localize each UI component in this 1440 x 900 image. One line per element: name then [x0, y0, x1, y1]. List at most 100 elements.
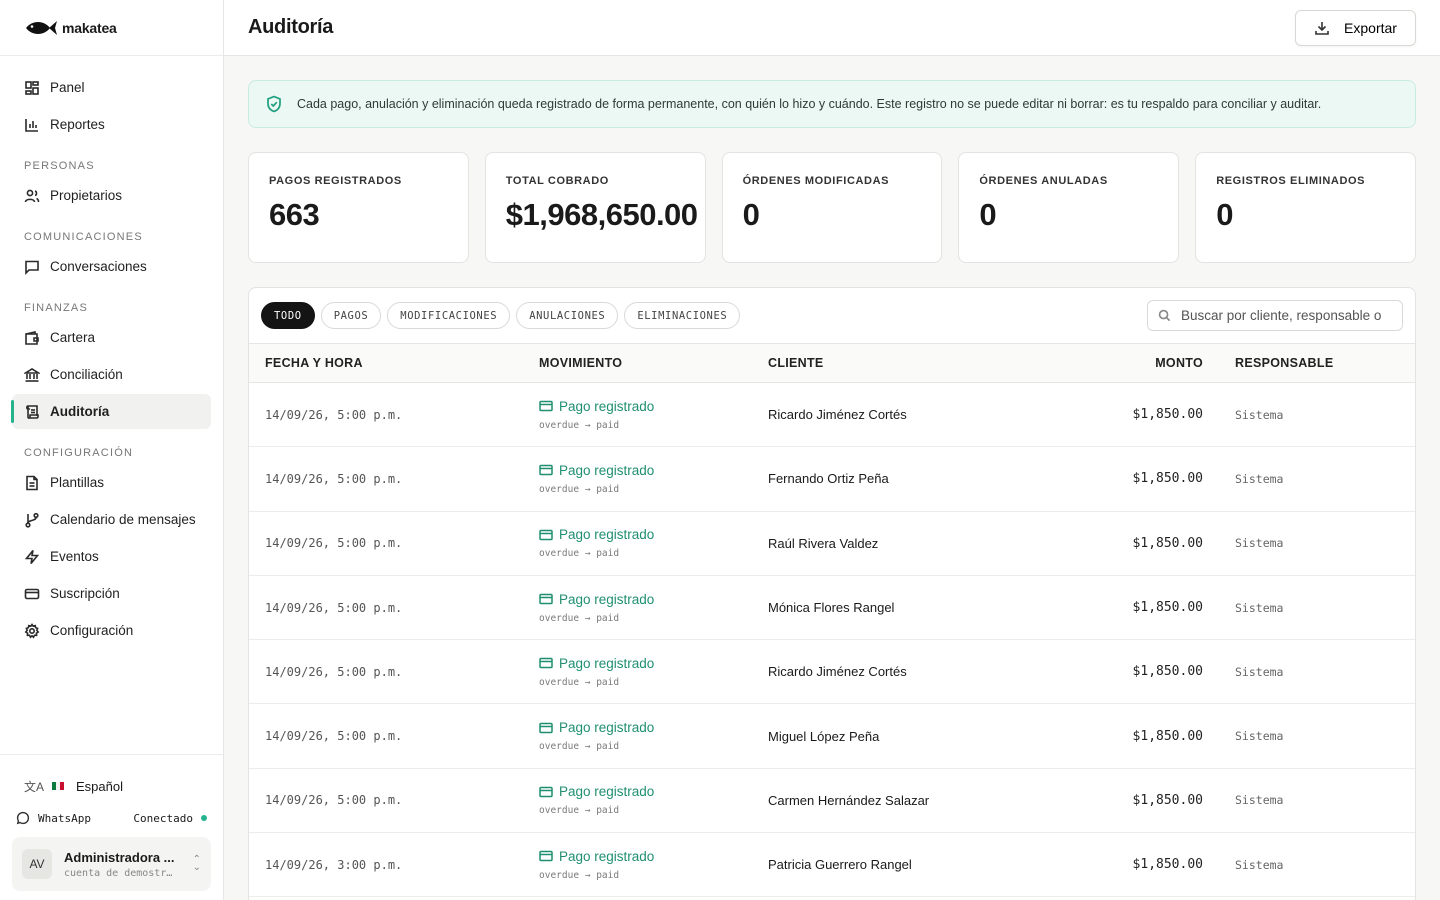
column-header-responsable[interactable]: RESPONSABLE [1203, 356, 1413, 370]
table-row[interactable]: 14/09/26, 5:00 p.m. Pago registrado over… [249, 704, 1415, 769]
movement-label: Pago registrado [559, 462, 655, 478]
row-movement: Pago registrado overdue → paid [539, 849, 768, 881]
row-amount: $1,850.00 [1132, 471, 1203, 487]
sidebar-item-cartera[interactable]: Cartera [12, 320, 211, 355]
filter-chip-anulaciones[interactable]: ANULACIONES [516, 302, 619, 329]
table-row[interactable]: 14/09/26, 5:00 p.m. Pago registrado over… [249, 512, 1415, 576]
stat-value: $1,968,650.00 [505, 197, 698, 232]
sidebar-item-label: Plantillas [50, 475, 105, 490]
stat-label: PAGOS REGISTRADOS [269, 175, 402, 187]
sidebar-item-reportes[interactable]: Reportes [12, 107, 211, 142]
sidebar-footer: 文A Español WhatsApp Conectado AV Adminis… [0, 754, 223, 900]
user-account-switcher[interactable]: AV Administradora ... cuenta de demostr…… [12, 837, 211, 891]
whatsapp-status[interactable]: WhatsApp Conectado [16, 807, 207, 829]
search-input[interactable] [1181, 308, 1401, 323]
stat-card-ordenes-modificadas: ÓRDENES MODIFICADAS 0 [721, 152, 943, 263]
section-title-personas: PERSONAS [24, 160, 95, 172]
stat-value: 0 [742, 197, 760, 232]
sidebar-item-auditoria[interactable]: Auditoría [11, 394, 211, 429]
filter-chip-todo[interactable]: TODO [261, 302, 315, 329]
movement-label: Pago registrado [559, 848, 655, 864]
message-square-icon [24, 259, 40, 275]
movement-detail: overdue → paid [539, 483, 620, 495]
page-title: Auditoría [248, 16, 334, 38]
banknote-icon [539, 722, 553, 733]
movement-detail: overdue → paid [539, 869, 620, 881]
sidebar: makatea Panel Reportes PERSONAS Propieta… [0, 0, 224, 900]
sidebar-item-conciliacion[interactable]: Conciliación [12, 357, 211, 392]
search-icon [1158, 309, 1171, 322]
stat-card-total-cobrado: TOTAL COBRADO $1,968,650.00 [484, 152, 706, 263]
search-box[interactable] [1147, 300, 1403, 331]
column-header-fecha[interactable]: FECHA Y HORA [249, 356, 539, 370]
movement-label: Pago registrado [559, 527, 655, 543]
row-date: 14/09/26, 5:00 p.m. [265, 729, 403, 744]
filter-chip-eliminaciones[interactable]: ELIMINACIONES [624, 302, 741, 329]
sidebar-item-label: Conciliación [50, 367, 123, 382]
table-row[interactable]: 14/09/26, 5:00 p.m. Pago registrado over… [249, 769, 1415, 834]
sidebar-item-plantillas[interactable]: Plantillas [12, 465, 211, 500]
sidebar-item-configuracion[interactable]: Configuración [12, 613, 211, 648]
sidebar-item-label: Auditoría [50, 404, 110, 419]
row-responsible: Sistema [1235, 857, 1284, 872]
table-row[interactable]: 14/09/26, 3:00 p.m. Pago registrado over… [249, 833, 1415, 898]
table-row[interactable]: 14/09/26, 5:00 p.m. Pago registrado over… [249, 576, 1415, 641]
notice-text: Cada pago, anulación y eliminación queda… [297, 97, 1322, 111]
brand[interactable]: makatea [0, 0, 223, 56]
scroll-icon [24, 404, 40, 420]
language-selector[interactable]: 文A Español [24, 775, 223, 797]
sidebar-item-propietarios[interactable]: Propietarios [12, 178, 211, 213]
table-header: FECHA Y HORA MOVIMIENTO CLIENTE MONTO RE… [249, 344, 1415, 383]
layout-grid-icon [24, 80, 40, 96]
section-title-configuracion: CONFIGURACIÓN [24, 447, 134, 459]
row-amount: $1,850.00 [1132, 407, 1203, 423]
filter-chip-modificaciones[interactable]: MODIFICACIONES [387, 302, 511, 329]
column-header-monto[interactable]: MONTO [1054, 356, 1203, 370]
row-responsible: Sistema [1235, 471, 1284, 486]
mexico-flag-icon [52, 782, 65, 790]
stat-card-registros-eliminados: REGISTROS ELIMINADOS 0 [1195, 152, 1416, 263]
column-header-movimiento[interactable]: MOVIMIENTO [539, 356, 768, 370]
sidebar-item-panel[interactable]: Panel [12, 70, 211, 105]
brand-name: makatea [62, 19, 117, 36]
user-info: Administradora ... cuenta de demostr… [64, 850, 176, 879]
table-body: 14/09/26, 5:00 p.m. Pago registrado over… [249, 383, 1415, 898]
row-responsible: Sistema [1235, 729, 1284, 744]
download-icon [1315, 21, 1329, 35]
sidebar-item-label: Cartera [50, 330, 96, 345]
user-subtitle: cuenta de demostr… [64, 867, 173, 879]
fish-logo-icon [26, 20, 57, 35]
table-row[interactable]: 14/09/26, 5:00 p.m. Pago registrado over… [249, 447, 1415, 512]
git-branch-icon [24, 512, 40, 528]
table-row[interactable]: 14/09/26, 5:00 p.m. Pago registrado over… [249, 640, 1415, 705]
movement-label: Pago registrado [559, 591, 655, 607]
row-client: Carmen Hernández Salazar [768, 792, 930, 808]
movement-detail: overdue → paid [539, 419, 620, 431]
audit-notice: Cada pago, anulación y eliminación queda… [248, 80, 1416, 128]
table-row[interactable]: 14/09/26, 5:00 p.m. Pago registrado over… [249, 383, 1415, 448]
sidebar-item-calendario-de-mensajes[interactable]: Calendario de mensajes [12, 502, 211, 537]
sidebar-item-conversaciones[interactable]: Conversaciones [12, 249, 211, 284]
audit-table-card: TODO PAGOS MODIFICACIONES ANULACIONES EL… [248, 287, 1416, 900]
sidebar-item-label: Conversaciones [50, 259, 147, 274]
row-client: Mónica Flores Rangel [768, 600, 895, 616]
row-client: Miguel López Peña [768, 728, 880, 744]
row-client: Patricia Guerrero Rangel [768, 857, 912, 873]
row-date: 14/09/26, 5:00 p.m. [265, 600, 403, 615]
row-date: 14/09/26, 5:00 p.m. [265, 664, 403, 679]
export-button[interactable]: Exportar [1295, 9, 1416, 46]
sidebar-item-eventos[interactable]: Eventos [12, 539, 211, 574]
whatsapp-status-text: Conectado [133, 811, 193, 825]
row-responsible: Sistema [1235, 600, 1284, 615]
sidebar-item-label: Configuración [50, 623, 134, 638]
bar-chart-icon [24, 117, 40, 133]
sidebar-item-suscripcion[interactable]: Suscripción [12, 576, 211, 611]
stat-value: 0 [1216, 197, 1233, 232]
avatar: AV [22, 849, 52, 879]
column-header-cliente[interactable]: CLIENTE [768, 356, 1054, 370]
row-amount: $1,850.00 [1132, 792, 1203, 808]
top-bar: Auditoría Exportar [224, 0, 1440, 56]
filter-chip-pagos[interactable]: PAGOS [320, 302, 382, 329]
row-movement: Pago registrado overdue → paid [539, 656, 768, 688]
row-responsible: Sistema [1235, 793, 1284, 808]
